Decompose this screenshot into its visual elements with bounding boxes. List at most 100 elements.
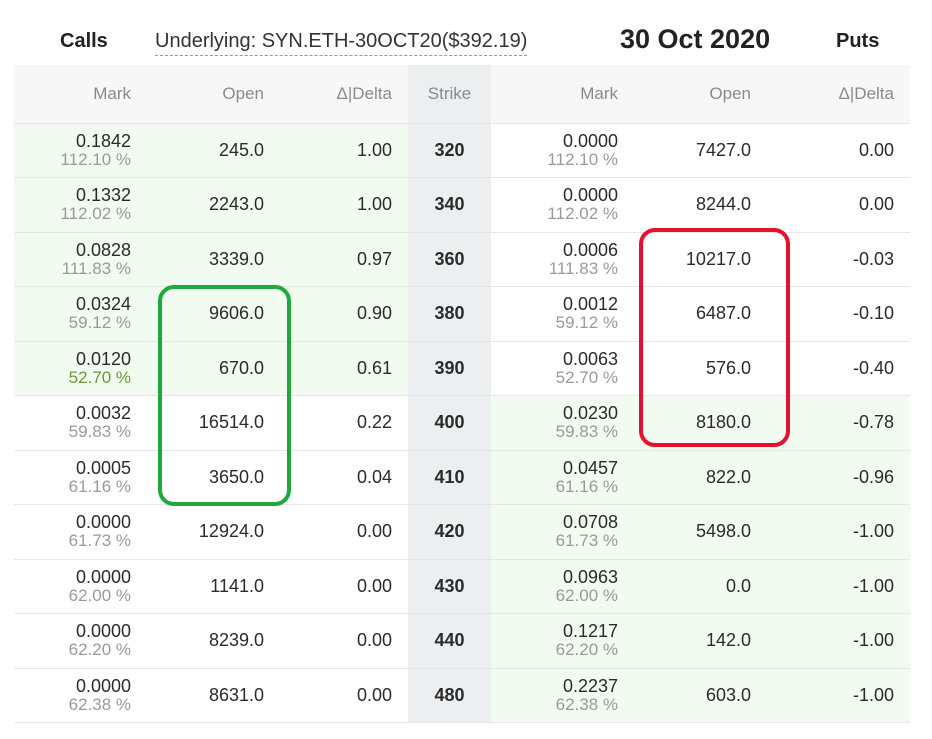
strike-cell[interactable]: 390 <box>408 341 491 396</box>
call-open-header[interactable]: Open <box>147 65 280 124</box>
call-mark-cell[interactable]: 0.0828 111.83 % <box>14 232 147 287</box>
strike-cell[interactable]: 360 <box>408 232 491 287</box>
put-open-cell[interactable]: 8180.0 <box>634 395 767 451</box>
strike-cell[interactable]: 430 <box>408 559 491 614</box>
call-mark-cell[interactable]: 0.1842 112.10 % <box>14 123 147 178</box>
call-delta-cell[interactable]: 0.00 <box>280 613 408 669</box>
call-delta-cell[interactable]: 0.00 <box>280 559 408 614</box>
option-row[interactable]: 0.0828 111.83 % 3339.0 0.97 360 0.0006 111.83 … <box>14 232 910 287</box>
call-mark-value: 0.1842 <box>75 130 131 151</box>
put-open-cell[interactable]: 603.0 <box>634 668 767 723</box>
call-mark-cell[interactable]: 0.0000 62.38 % <box>14 668 147 723</box>
call-delta-cell[interactable]: 1.00 <box>280 177 408 233</box>
call-delta-cell[interactable]: 0.00 <box>280 668 408 723</box>
put-delta-cell[interactable]: -0.78 <box>767 395 910 451</box>
strike-cell[interactable]: 440 <box>408 613 491 669</box>
strike-header[interactable]: Strike <box>408 65 491 124</box>
put-delta-cell[interactable]: -1.00 <box>767 613 910 669</box>
call-mark-cell[interactable]: 0.0005 61.16 % <box>14 450 147 505</box>
put-open-cell[interactable]: 5498.0 <box>634 504 767 560</box>
put-mark-cell[interactable]: 0.0708 61.73 % <box>491 504 634 560</box>
call-mark-cell[interactable]: 0.0000 62.20 % <box>14 613 147 669</box>
call-delta-cell[interactable]: 0.04 <box>280 450 408 505</box>
call-open-cell[interactable]: 8239.0 <box>147 613 280 669</box>
call-mark-cell[interactable]: 0.0000 62.00 % <box>14 559 147 614</box>
call-delta-cell[interactable]: 0.90 <box>280 286 408 342</box>
put-mark-cell[interactable]: 0.0012 59.12 % <box>491 286 634 342</box>
put-open-cell[interactable]: 10217.0 <box>634 232 767 287</box>
call-mark-value: 0.0828 <box>75 239 131 260</box>
strike-cell[interactable]: 380 <box>408 286 491 342</box>
option-row[interactable]: 0.0000 61.73 % 12924.0 0.00 420 0.0708 61.73 %… <box>14 504 910 560</box>
put-delta-cell[interactable]: -0.40 <box>767 341 910 396</box>
call-mark-cell[interactable]: 0.0324 59.12 % <box>14 286 147 342</box>
option-row[interactable]: 0.0005 61.16 % 3650.0 0.04 410 0.0457 61.16 % 8… <box>14 450 910 505</box>
strike-cell[interactable]: 340 <box>408 177 491 233</box>
call-delta-cell[interactable]: 0.97 <box>280 232 408 287</box>
option-row[interactable]: 0.0324 59.12 % 9606.0 0.90 380 0.0012 59.12 % 6… <box>14 286 910 342</box>
put-mark-cell[interactable]: 0.0006 111.83 % <box>491 232 634 287</box>
put-delta-cell[interactable]: -1.00 <box>767 559 910 614</box>
option-row[interactable]: 0.0032 59.83 % 16514.0 0.22 400 0.0230 59.83 %… <box>14 395 910 451</box>
call-open-cell[interactable]: 670.0 <box>147 341 280 396</box>
call-open-cell[interactable]: 3650.0 <box>147 450 280 505</box>
put-open-cell[interactable]: 8244.0 <box>634 177 767 233</box>
call-delta-header[interactable]: Δ|Delta <box>280 65 408 124</box>
put-delta-cell[interactable]: -0.03 <box>767 232 910 287</box>
option-row[interactable]: 0.0120 52.70 % 670.0 0.61 390 0.0063 52.70 % 57… <box>14 341 910 396</box>
call-mark-cell[interactable]: 0.1332 112.02 % <box>14 177 147 233</box>
put-open-cell[interactable]: 142.0 <box>634 613 767 669</box>
put-mark-cell[interactable]: 0.0457 61.16 % <box>491 450 634 505</box>
put-mark-cell[interactable]: 0.2237 62.38 % <box>491 668 634 723</box>
strike-cell[interactable]: 420 <box>408 504 491 560</box>
put-mark-cell[interactable]: 0.0063 52.70 % <box>491 341 634 396</box>
strike-cell[interactable]: 410 <box>408 450 491 505</box>
put-mark-value: 0.0963 <box>562 566 618 587</box>
put-mark-cell[interactable]: 0.0230 59.83 % <box>491 395 634 451</box>
call-open-cell[interactable]: 3339.0 <box>147 232 280 287</box>
put-open-cell[interactable]: 822.0 <box>634 450 767 505</box>
put-delta-cell[interactable]: -0.96 <box>767 450 910 505</box>
call-delta-cell[interactable]: 0.61 <box>280 341 408 396</box>
put-delta-header[interactable]: Δ|Delta <box>767 65 910 124</box>
call-delta-cell[interactable]: 0.00 <box>280 504 408 560</box>
put-delta-cell[interactable]: -1.00 <box>767 504 910 560</box>
call-delta-cell[interactable]: 1.00 <box>280 123 408 178</box>
put-open-cell[interactable]: 7427.0 <box>634 123 767 178</box>
call-open-cell[interactable]: 16514.0 <box>147 395 280 451</box>
put-mark-cell[interactable]: 0.1217 62.20 % <box>491 613 634 669</box>
call-mark-cell[interactable]: 0.0000 61.73 % <box>14 504 147 560</box>
underlying-link[interactable]: Underlying: SYN.ETH-30OCT20($392.19) <box>155 30 528 56</box>
put-mark-cell[interactable]: 0.0963 62.00 % <box>491 559 634 614</box>
option-row[interactable]: 0.0000 62.00 % 1141.0 0.00 430 0.0963 62.00 % 0… <box>14 559 910 614</box>
call-open-cell[interactable]: 2243.0 <box>147 177 280 233</box>
put-mark-cell[interactable]: 0.0000 112.10 % <box>491 123 634 178</box>
strike-cell[interactable]: 320 <box>408 123 491 178</box>
option-row[interactable]: 0.1842 112.10 % 245.0 1.00 320 0.0000 112.10 %… <box>14 123 910 178</box>
call-open-cell[interactable]: 8631.0 <box>147 668 280 723</box>
put-iv-value: 62.00 % <box>555 585 618 605</box>
strike-cell[interactable]: 480 <box>408 668 491 723</box>
strike-cell[interactable]: 400 <box>408 395 491 451</box>
put-delta-cell[interactable]: 0.00 <box>767 177 910 233</box>
call-open-cell[interactable]: 1141.0 <box>147 559 280 614</box>
put-mark-header[interactable]: Mark <box>491 65 634 124</box>
put-delta-cell[interactable]: -0.10 <box>767 286 910 342</box>
put-delta-cell[interactable]: 0.00 <box>767 123 910 178</box>
option-row[interactable]: 0.0000 62.20 % 8239.0 0.00 440 0.1217 62.20 % 1… <box>14 613 910 669</box>
call-open-cell[interactable]: 9606.0 <box>147 286 280 342</box>
call-open-cell[interactable]: 245.0 <box>147 123 280 178</box>
put-delta-cell[interactable]: -1.00 <box>767 668 910 723</box>
call-open-cell[interactable]: 12924.0 <box>147 504 280 560</box>
call-mark-header[interactable]: Mark <box>14 65 147 124</box>
put-mark-cell[interactable]: 0.0000 112.02 % <box>491 177 634 233</box>
option-row[interactable]: 0.0000 62.38 % 8631.0 0.00 480 0.2237 62.38 % 6… <box>14 668 910 723</box>
option-row[interactable]: 0.1332 112.02 % 2243.0 1.00 340 0.0000 112.02 … <box>14 177 910 233</box>
put-open-cell[interactable]: 0.0 <box>634 559 767 614</box>
put-open-cell[interactable]: 576.0 <box>634 341 767 396</box>
put-open-cell[interactable]: 6487.0 <box>634 286 767 342</box>
put-open-header[interactable]: Open <box>634 65 767 124</box>
call-mark-cell[interactable]: 0.0032 59.83 % <box>14 395 147 451</box>
call-delta-cell[interactable]: 0.22 <box>280 395 408 451</box>
call-mark-cell[interactable]: 0.0120 52.70 % <box>14 341 147 396</box>
